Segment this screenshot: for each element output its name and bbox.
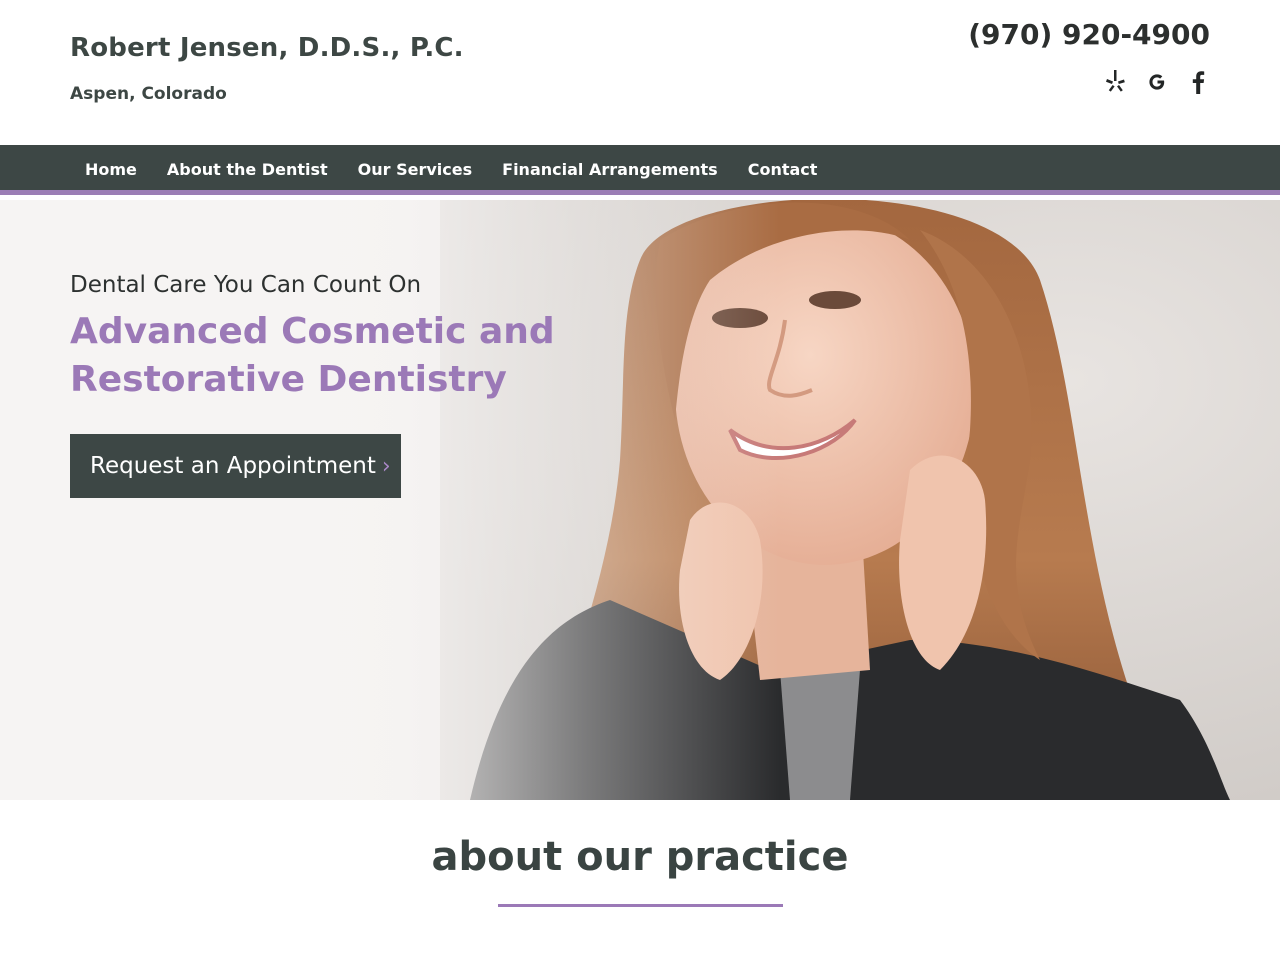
hero-title: Advanced Cosmetic and Restorative Dentis… xyxy=(70,311,555,400)
hero-tagline: Dental Care You Can Count On xyxy=(70,272,422,298)
request-appointment-button[interactable]: Request an Appointment › xyxy=(70,434,401,498)
about-heading: about our practice xyxy=(431,834,849,880)
request-appointment-label: Request an Appointment xyxy=(90,453,376,479)
nav-item-our-services[interactable]: Our Services xyxy=(343,145,488,195)
practice-name[interactable]: Robert Jensen, D.D.S., P.C. xyxy=(70,33,464,63)
chevron-right-icon: › xyxy=(381,454,391,479)
practice-location: Aspen, Colorado xyxy=(70,84,227,104)
google-icon[interactable] xyxy=(1146,68,1168,96)
nav-item-financial-arrangements[interactable]: Financial Arrangements xyxy=(487,145,733,195)
social-links xyxy=(1104,68,1210,96)
main-nav: Home About the Dentist Our Services Fina… xyxy=(0,145,1280,195)
nav-item-contact[interactable]: Contact xyxy=(733,145,833,195)
facebook-icon[interactable] xyxy=(1188,68,1210,96)
yelp-icon[interactable] xyxy=(1104,68,1126,96)
phone-link[interactable]: (970) 920-4900 xyxy=(968,18,1210,51)
nav-item-home[interactable]: Home xyxy=(70,145,152,195)
hero-banner: Dental Care You Can Count On Advanced Co… xyxy=(0,200,1280,800)
heading-divider xyxy=(498,904,783,907)
site-header: Robert Jensen, D.D.S., P.C. Aspen, Color… xyxy=(0,0,1280,145)
nav-item-about-the-dentist[interactable]: About the Dentist xyxy=(152,145,343,195)
